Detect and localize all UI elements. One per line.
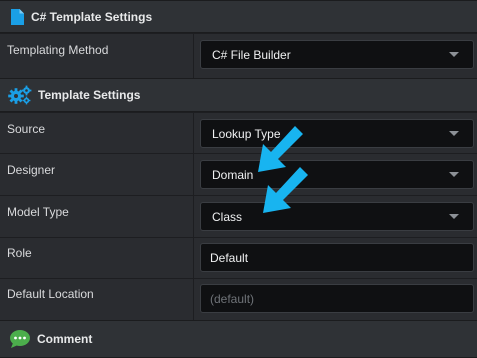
row-divider: [193, 279, 194, 320]
designer-row: Designer Domain: [0, 153, 477, 195]
default-location-label: Default Location: [7, 287, 94, 301]
row-divider: [193, 154, 194, 195]
source-label: Source: [7, 122, 46, 136]
source-row: Source Lookup Type: [0, 112, 477, 153]
chevron-down-icon: [449, 52, 459, 57]
templating-method-label: Templating Method: [7, 43, 109, 57]
role-value: Default: [210, 250, 249, 265]
default-location-placeholder: (default): [210, 291, 255, 306]
row-divider: [193, 34, 194, 78]
chevron-down-icon: [449, 214, 459, 219]
template-settings-header[interactable]: Template Settings: [0, 78, 477, 112]
speech-bubble-icon: [9, 329, 31, 349]
callout-arrow-icon: [263, 167, 308, 213]
templating-method-row: Templating Method C# File Builder: [0, 33, 477, 78]
role-input[interactable]: Default: [200, 243, 474, 272]
section-title: Template Settings: [38, 88, 141, 102]
section-title: C# Template Settings: [31, 9, 153, 24]
gears-icon: [8, 85, 32, 105]
model-type-row: Model Type Class: [0, 195, 477, 237]
chevron-down-icon: [449, 131, 459, 136]
file-icon: [10, 8, 25, 26]
model-type-label: Model Type: [7, 205, 69, 219]
role-row: Role Default: [0, 237, 477, 278]
designer-select[interactable]: Domain: [200, 160, 474, 189]
templating-method-select[interactable]: C# File Builder: [200, 40, 474, 69]
chevron-down-icon: [449, 172, 459, 177]
row-divider: [193, 196, 194, 237]
comment-header[interactable]: Comment: [0, 320, 477, 358]
designer-value: Domain: [212, 167, 254, 182]
model-type-select[interactable]: Class: [200, 202, 474, 231]
designer-label: Designer: [7, 163, 56, 177]
properties-panel: C# Template Settings Templating Method C…: [0, 0, 477, 358]
role-label: Role: [7, 246, 32, 260]
row-divider: [193, 113, 194, 153]
model-type-value: Class: [212, 209, 243, 224]
default-location-row: Default Location (default): [0, 278, 477, 320]
section-title: Comment: [37, 332, 93, 346]
row-divider: [193, 238, 194, 278]
csharp-template-settings-header[interactable]: C# Template Settings: [0, 0, 477, 33]
templating-method-value: C# File Builder: [212, 47, 291, 62]
default-location-input[interactable]: (default): [200, 284, 474, 313]
source-select[interactable]: Lookup Type: [200, 119, 474, 148]
